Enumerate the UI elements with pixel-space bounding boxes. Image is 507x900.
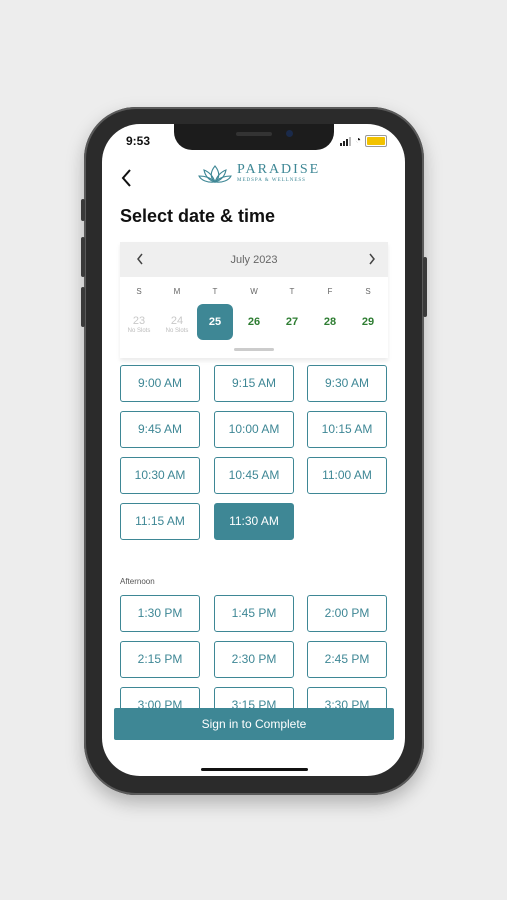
- date-picker: July 2023 S M T W T F S 23 No Slots 24 N…: [120, 242, 388, 358]
- time-slot[interactable]: 11:15 AM: [120, 503, 200, 540]
- time-slot[interactable]: 1:45 PM: [214, 595, 294, 632]
- day-cell[interactable]: 23 No Slots: [121, 304, 157, 340]
- day-cell[interactable]: 29: [350, 304, 386, 340]
- time-slot[interactable]: 2:15 PM: [120, 641, 200, 678]
- time-slot[interactable]: 2:30 PM: [214, 641, 294, 678]
- weekday-label: M: [173, 287, 181, 296]
- day-number: 26: [247, 316, 261, 328]
- volume-up-button: [81, 237, 85, 277]
- brand-logo: PARADISE MEDSPA & WELLNESS: [198, 163, 320, 184]
- back-button[interactable]: [120, 168, 132, 192]
- volume-down-button: [81, 287, 85, 327]
- day-number: 23: [132, 315, 146, 327]
- day-cell[interactable]: 26: [236, 304, 272, 340]
- day-number: 28: [323, 316, 337, 328]
- time-slot[interactable]: 11:00 AM: [307, 457, 387, 494]
- day-number: 24: [170, 315, 184, 327]
- time-slot[interactable]: 9:00 AM: [120, 365, 200, 402]
- brand-tagline: MEDSPA & WELLNESS: [237, 178, 306, 183]
- weekday-label: W: [250, 287, 258, 296]
- lotus-icon: [198, 164, 232, 183]
- weekday-label: T: [289, 287, 295, 296]
- power-button: [423, 257, 427, 317]
- month-label: July 2023: [230, 254, 278, 266]
- drag-handle[interactable]: [234, 348, 274, 351]
- signal-icon: [340, 136, 351, 146]
- time-slot[interactable]: 9:45 AM: [120, 411, 200, 448]
- chevron-right-icon: [369, 253, 375, 265]
- month-header: July 2023: [120, 242, 388, 277]
- time-slot[interactable]: 9:15 AM: [214, 365, 294, 402]
- mute-switch: [81, 199, 85, 221]
- time-slot[interactable]: 2:45 PM: [307, 641, 387, 678]
- time-slot[interactable]: 10:30 AM: [120, 457, 200, 494]
- day-cell[interactable]: 24 No Slots: [159, 304, 195, 340]
- wifi-icon: ◔: [355, 135, 362, 146]
- time-slot[interactable]: 10:45 AM: [214, 457, 294, 494]
- next-month-button[interactable]: [368, 252, 376, 268]
- time-slot[interactable]: 10:15 AM: [307, 411, 387, 448]
- brand-name: PARADISE: [237, 162, 321, 177]
- chevron-left-icon: [121, 169, 131, 187]
- day-cell[interactable]: 27: [274, 304, 310, 340]
- home-indicator[interactable]: [201, 768, 308, 771]
- weekday-label: S: [365, 287, 371, 296]
- time-slot[interactable]: 10:00 AM: [214, 411, 294, 448]
- page-title: Select date & time: [120, 206, 276, 226]
- notch: [174, 124, 334, 150]
- day-number: 25: [208, 316, 222, 328]
- status-time: 9:53: [126, 134, 151, 148]
- speaker: [236, 132, 272, 136]
- weekday-label: F: [327, 287, 333, 296]
- time-slot-selected[interactable]: 11:30 AM: [214, 503, 294, 540]
- day-number: 27: [285, 316, 299, 328]
- sign-in-button[interactable]: Sign in to Complete: [114, 708, 394, 740]
- front-camera: [286, 130, 293, 137]
- weekday-label: T: [212, 287, 218, 296]
- day-availability: No Slots: [165, 328, 189, 334]
- day-cell[interactable]: 28: [312, 304, 348, 340]
- section-label-afternoon: Afternoon: [120, 577, 155, 586]
- time-slot[interactable]: 1:30 PM: [120, 595, 200, 632]
- day-cell-selected[interactable]: 25: [197, 304, 233, 340]
- weekday-label: S: [136, 287, 142, 296]
- time-slot[interactable]: 9:30 AM: [307, 365, 387, 402]
- time-slot[interactable]: 2:00 PM: [307, 595, 387, 632]
- status-icons: ◔: [340, 135, 388, 147]
- battery-icon: [365, 135, 388, 147]
- day-availability: No Slots: [127, 328, 151, 334]
- day-number: 29: [361, 316, 375, 328]
